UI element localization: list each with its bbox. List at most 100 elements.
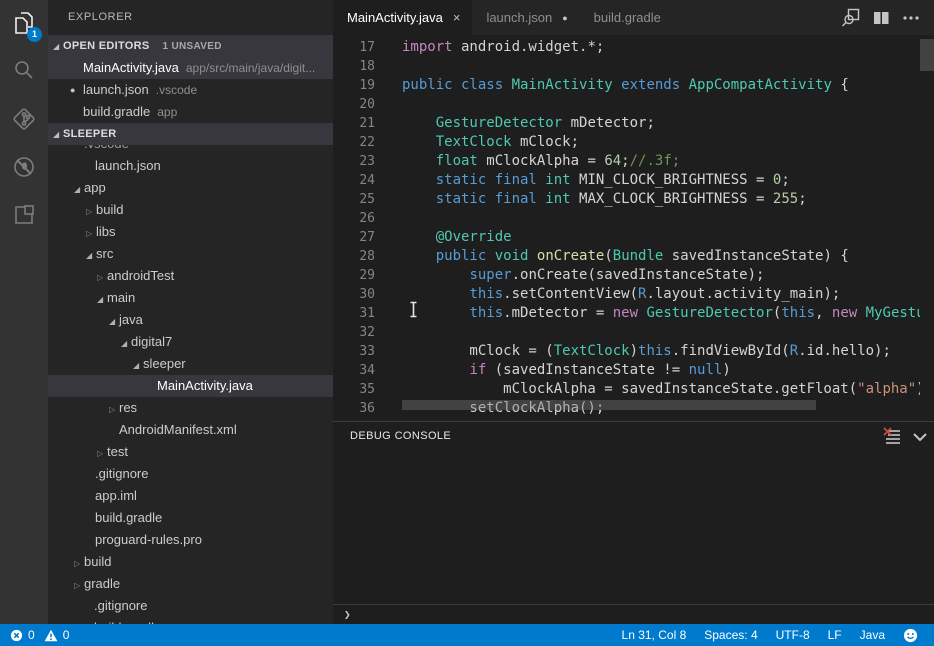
editor-tab-bar: MainActivity.java×launch.json●build.grad…: [333, 0, 934, 35]
tree-item-src[interactable]: ◢src: [48, 243, 333, 265]
more-actions-icon[interactable]: [896, 0, 926, 35]
unsaved-count-badge: 1 UNSAVED: [163, 41, 222, 52]
folder-section-header[interactable]: ◢ SLEEPER: [48, 123, 333, 145]
code-line-34: 34 if (savedInstanceState != null): [333, 361, 920, 380]
code-line-17: 17import android.widget.*;: [333, 38, 920, 57]
tree-item-androidtest[interactable]: ▷androidTest: [48, 265, 333, 287]
open-editors-label: OPEN EDITORS: [63, 40, 150, 52]
activity-bar: 1: [0, 0, 48, 624]
tree-item-java[interactable]: ◢java: [48, 309, 333, 331]
chevron-expanded-icon: ◢: [133, 355, 143, 377]
language-mode[interactable]: Java: [860, 628, 885, 642]
tree-item-mainactivity-java[interactable]: MainActivity.java: [48, 375, 333, 397]
open-editor-item[interactable]: MainActivity.javaapp/src/main/java/digit…: [48, 57, 333, 79]
activity-item-search[interactable]: [0, 48, 48, 96]
activity-item-extensions[interactable]: [0, 192, 48, 240]
tree-item-build[interactable]: ▷build: [48, 199, 333, 221]
code-line-31: 31 this.mDetector = new GestureDetector(…: [333, 304, 920, 323]
code-text: mClockAlpha = savedInstanceState.getFloa…: [402, 380, 920, 399]
panel-tab-debug-console[interactable]: DEBUG CONSOLE: [333, 430, 451, 443]
tree-item-label: build: [96, 202, 123, 217]
tree-item-label: app.iml: [95, 488, 137, 503]
debug-console-input[interactable]: ❯: [333, 604, 934, 624]
tree-item-label: MainActivity.java: [157, 378, 253, 393]
tree-item-label: src: [96, 246, 113, 261]
code-line-23: 23 float mClockAlpha = 64;//.3f;: [333, 152, 920, 171]
code-line-32: 32: [333, 323, 920, 342]
horizontal-scrollbar[interactable]: [402, 400, 816, 410]
tree-item--gitignore[interactable]: .gitignore: [48, 595, 333, 617]
vertical-scrollbar-track[interactable]: [920, 35, 934, 421]
explorer-sidebar: EXPLORER ◢ OPEN EDITORS 1 UNSAVED MainAc…: [48, 0, 333, 624]
folder-section-label: SLEEPER: [63, 128, 116, 140]
open-editor-file-name: launch.json: [83, 82, 149, 97]
eol-setting[interactable]: LF: [828, 628, 842, 642]
dirty-dot-icon: ●: [562, 13, 567, 23]
chevron-collapsed-icon: ▷: [86, 223, 96, 245]
tree-item--gitignore[interactable]: .gitignore: [48, 463, 333, 485]
code-text: float mClockAlpha = 64;//.3f;: [402, 152, 680, 171]
git-branch-icon: [11, 106, 37, 135]
code-editor[interactable]: 16import android.view.*;17import android…: [333, 35, 934, 421]
vertical-scrollbar[interactable]: [920, 39, 934, 71]
warning-icon: [44, 629, 58, 642]
open-editors-count-badge: 1: [27, 27, 42, 42]
close-panel-chevron-icon[interactable]: [906, 422, 934, 451]
editor-tab-launch-json[interactable]: launch.json●: [472, 0, 579, 35]
tree-item-build-gradle[interactable]: build.gradle: [48, 617, 333, 624]
tree-item-partial[interactable]: .vscode: [48, 145, 333, 155]
code-text: TextClock mClock;: [402, 133, 579, 152]
encoding-setting[interactable]: UTF-8: [776, 628, 810, 642]
tree-item-build-gradle[interactable]: build.gradle: [48, 507, 333, 529]
cursor-position[interactable]: Ln 31, Col 8: [622, 628, 687, 642]
section-twisty-icon: ◢: [53, 42, 63, 51]
problems-indicator[interactable]: 0 0: [0, 628, 73, 642]
tree-item-build[interactable]: ▷build: [48, 551, 333, 573]
tree-item-label: .gitignore: [94, 598, 147, 613]
clear-console-icon[interactable]: [878, 422, 906, 451]
open-editor-file-path: .vscode: [156, 83, 197, 97]
code-text: @Override: [402, 228, 512, 247]
chevron-expanded-icon: ◢: [97, 289, 107, 311]
split-editor-icon[interactable]: [866, 0, 896, 35]
editor-tab-build-gradle[interactable]: build.gradle: [580, 0, 673, 35]
tree-item-app[interactable]: ◢app: [48, 177, 333, 199]
open-editors-section-header[interactable]: ◢ OPEN EDITORS 1 UNSAVED: [48, 35, 333, 57]
tree-item-res[interactable]: ▷res: [48, 397, 333, 419]
tree-item-libs[interactable]: ▷libs: [48, 221, 333, 243]
tree-item-test[interactable]: ▷test: [48, 441, 333, 463]
tree-item-proguard-rules-pro[interactable]: proguard-rules.pro: [48, 529, 333, 551]
indentation-setting[interactable]: Spaces: 4: [704, 628, 757, 642]
activity-item-explorer[interactable]: 1: [0, 0, 48, 48]
code-line-26: 26: [333, 209, 920, 228]
error-count: 0: [28, 628, 35, 642]
tree-item-app-iml[interactable]: app.iml: [48, 485, 333, 507]
extensions-icon: [11, 202, 37, 231]
editor-tab-mainactivity-java[interactable]: MainActivity.java×: [333, 0, 472, 35]
tree-item-androidmanifest-xml[interactable]: AndroidManifest.xml: [48, 419, 333, 441]
open-preview-icon[interactable]: [836, 0, 866, 35]
tree-item-digital7[interactable]: ◢digital7: [48, 331, 333, 353]
close-icon[interactable]: ×: [453, 10, 461, 25]
open-editor-item[interactable]: ●launch.json.vscode: [48, 79, 333, 101]
activity-item-source-control[interactable]: [0, 96, 48, 144]
code-line-18: 18: [333, 57, 920, 76]
search-icon: [11, 58, 37, 87]
chevron-collapsed-icon: ▷: [74, 575, 84, 597]
chevron-expanded-icon: ◢: [109, 311, 119, 333]
activity-item-debug[interactable]: [0, 144, 48, 192]
warning-count: 0: [63, 628, 70, 642]
code-line-28: 28 public void onCreate(Bundle savedInst…: [333, 247, 920, 266]
open-editor-item[interactable]: build.gradleapp: [48, 101, 333, 123]
open-editor-file-name: MainActivity.java: [83, 60, 179, 75]
code-text: super.onCreate(savedInstanceState);: [402, 266, 764, 285]
tree-item-launch-json[interactable]: launch.json: [48, 155, 333, 177]
line-number: 36: [333, 399, 375, 418]
tree-item-label: build.gradle: [95, 510, 162, 525]
tree-item-main[interactable]: ◢main: [48, 287, 333, 309]
code-text: public void onCreate(Bundle savedInstanc…: [402, 247, 849, 266]
tree-item-label: build: [84, 554, 111, 569]
tree-item-gradle[interactable]: ▷gradle: [48, 573, 333, 595]
feedback-smiley-icon[interactable]: [903, 628, 918, 643]
tree-item-sleeper[interactable]: ◢sleeper: [48, 353, 333, 375]
